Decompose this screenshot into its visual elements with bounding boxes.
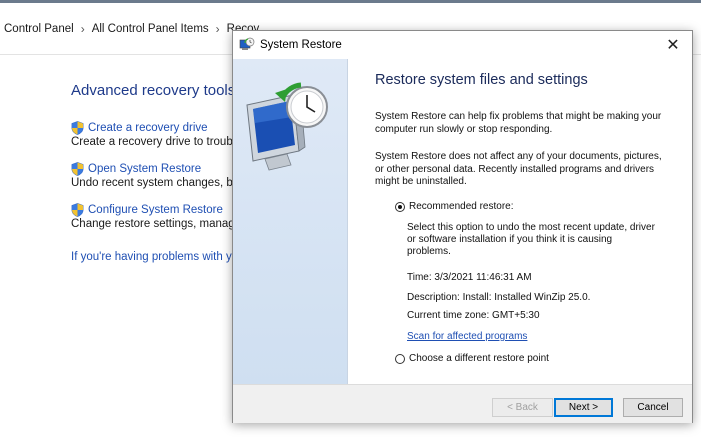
item-description: Undo recent system changes, but le	[71, 177, 255, 189]
next-button[interactable]: Next >	[554, 398, 613, 417]
shield-icon	[71, 162, 84, 176]
recommended-desc-line: problems.	[407, 246, 451, 257]
cancel-button[interactable]: Cancel	[623, 398, 683, 417]
recommended-desc-line: or software installation if you think it…	[407, 234, 613, 245]
restore-time: Time: 3/3/2021 11:46:31 AM	[407, 272, 532, 283]
scan-affected-programs-link[interactable]: Scan for affected programs	[407, 331, 527, 344]
dialog-heading: Restore system files and settings	[375, 72, 588, 88]
restore-timezone: Current time zone: GMT+5:30	[407, 310, 540, 321]
recommended-restore-option[interactable]: Recommended restore:	[395, 201, 514, 212]
open-system-restore-link[interactable]: Open System Restore	[71, 162, 201, 176]
item-description: Create a recovery drive to troublest	[71, 136, 251, 148]
intro-paragraph: System Restore can help fix problems tha…	[375, 111, 662, 135]
dialog-titlebar[interactable]: System Restore ✕	[233, 31, 692, 59]
dialog-content: Restore system files and settings System…	[348, 59, 692, 384]
dialog-title: System Restore	[260, 39, 342, 51]
close-icon[interactable]: ✕	[663, 35, 683, 55]
chevron-right-icon: ›	[80, 21, 85, 36]
link-label: Create a recovery drive	[88, 122, 208, 134]
radio-checked-icon[interactable]	[395, 201, 405, 212]
item-description: Change restore settings, manage di	[71, 218, 254, 230]
configure-system-restore-link[interactable]: Configure System Restore	[71, 203, 223, 217]
different-restore-point-option[interactable]: Choose a different restore point	[395, 353, 549, 364]
recommended-restore-label: Recommended restore:	[409, 201, 514, 212]
system-restore-icon	[246, 82, 328, 171]
breadcrumb-item[interactable]: Control Panel	[4, 23, 74, 35]
create-recovery-drive-link[interactable]: Create a recovery drive	[71, 121, 208, 135]
dialog-footer: < Back Next > Cancel	[233, 384, 692, 423]
info-paragraph: System Restore does not affect any of yo…	[375, 151, 662, 187]
breadcrumb-item[interactable]: All Control Panel Items	[92, 23, 209, 35]
page-title: Advanced recovery tools	[71, 82, 236, 99]
restore-description: Description: Install: Installed WinZip 2…	[407, 292, 591, 303]
link-label: Open System Restore	[88, 163, 202, 175]
system-restore-dialog: System Restore ✕ Restore system files an…	[232, 30, 693, 423]
help-link[interactable]: If you're having problems with your	[71, 251, 248, 263]
system-restore-icon	[239, 37, 255, 50]
shield-icon	[71, 121, 84, 135]
chevron-right-icon: ›	[215, 21, 220, 36]
back-button[interactable]: < Back	[492, 398, 553, 417]
radio-unchecked-icon[interactable]	[395, 353, 405, 364]
shield-icon	[71, 203, 84, 217]
dialog-side-panel	[233, 59, 348, 384]
link-label: Configure System Restore	[88, 204, 223, 216]
different-restore-label: Choose a different restore point	[409, 353, 549, 364]
recommended-desc-line: Select this option to undo the most rece…	[407, 222, 655, 233]
